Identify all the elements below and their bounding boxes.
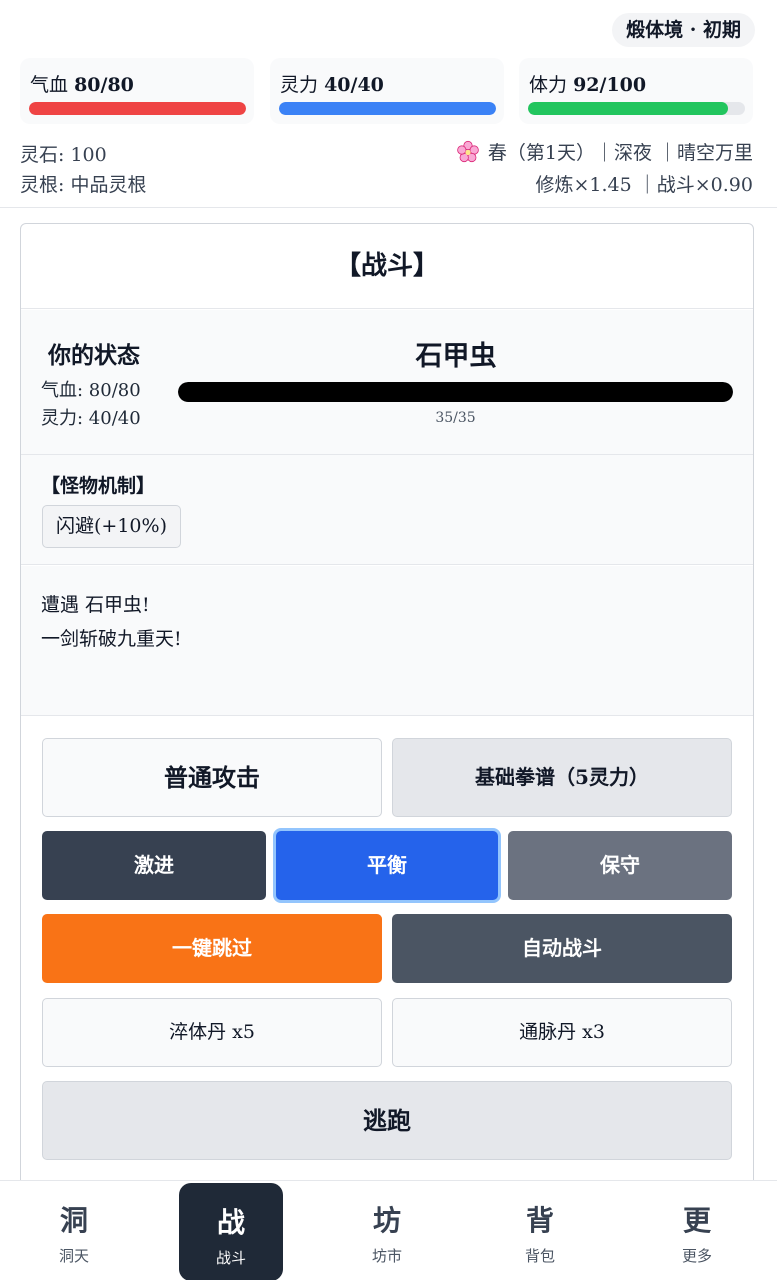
- nav-tab-market[interactable]: 坊 坊市: [335, 1181, 439, 1280]
- battle-log: 遭遇 石甲虫! 一剑斩破九重天!: [21, 566, 753, 716]
- mp-value: 40/40: [324, 74, 384, 96]
- player-mp: 灵力: 40/40: [41, 408, 141, 429]
- nav-tab-cave[interactable]: 洞 洞天: [22, 1181, 126, 1280]
- status-header: 煅体境 · 初期 气血 80/80 灵力 40/40 体力 92/100 灵石:…: [0, 0, 777, 208]
- player-hp: 气血: 80/80: [41, 380, 141, 401]
- enemy-name: 石甲虫: [415, 341, 497, 372]
- monster-mechanics: 【怪物机制】 闪避(+10%): [21, 455, 753, 565]
- hp-bar-fill: [29, 102, 246, 115]
- nav-tab-bag[interactable]: 背 背包: [488, 1181, 592, 1280]
- nav-tab-battle[interactable]: 战 战斗: [179, 1183, 283, 1280]
- log-line: 一剑斩破九重天!: [41, 628, 182, 650]
- combat-status: 你的状态 气血: 80/80 灵力: 40/40 石甲虫 35/35: [21, 310, 753, 455]
- nav-label: 更多: [681, 1247, 712, 1265]
- mp-label: 灵力: [280, 74, 319, 96]
- enemy-hp-bar: [178, 382, 733, 402]
- stamina-bar-fill: [528, 102, 728, 115]
- multipliers: 修炼×1.45 ｜战斗×0.90: [535, 174, 754, 196]
- mechanic-tag-dodge: 闪避(+10%): [42, 505, 181, 548]
- skill-button[interactable]: 基础拳谱（5灵力）: [392, 738, 732, 817]
- pill-cuiti-button[interactable]: 淬体丹 x5: [42, 998, 382, 1067]
- nav-label: 背包: [524, 1247, 555, 1265]
- stamina-value: 92/100: [573, 74, 647, 96]
- hp-label: 气血: [30, 74, 69, 96]
- battle-panel: 【战斗】 你的状态 气血: 80/80 灵力: 40/40 石甲虫 35/35 …: [20, 223, 754, 1223]
- stamina-label: 体力: [529, 74, 568, 96]
- nav-glyph: 坊: [372, 1204, 401, 1237]
- nav-tab-more[interactable]: 更 更多: [645, 1181, 749, 1280]
- pill-tongmai-button[interactable]: 通脉丹 x3: [392, 998, 732, 1067]
- game-screen: 煅体境 · 初期 气血 80/80 灵力 40/40 体力 92/100 灵石:…: [0, 0, 777, 1280]
- season-info: 春（第1天）｜深夜 ｜晴空万里: [456, 138, 753, 165]
- enemy-hp-bar-fill: [178, 382, 733, 402]
- spirit-stone-count: 灵石: 100: [20, 144, 107, 166]
- stance-defensive-button[interactable]: 保守: [508, 831, 732, 900]
- season-text: 春（第1天）｜深夜 ｜晴空万里: [487, 142, 753, 164]
- cherry-blossom-icon: [457, 140, 479, 162]
- player-status-title: 你的状态: [48, 342, 140, 369]
- nav-label: 洞天: [58, 1247, 89, 1265]
- hp-card: 气血 80/80: [20, 58, 254, 124]
- nav-glyph: 背: [525, 1204, 554, 1237]
- stamina-bar: [528, 102, 745, 115]
- battle-title: 【战斗】: [21, 224, 753, 309]
- log-line: 遭遇 石甲虫!: [41, 594, 150, 616]
- mp-bar-fill: [279, 102, 496, 115]
- stamina-card: 体力 92/100: [519, 58, 753, 124]
- mechanics-title: 【怪物机制】: [41, 475, 156, 497]
- nav-glyph: 战: [216, 1206, 245, 1239]
- normal-attack-button[interactable]: 普通攻击: [42, 738, 382, 817]
- nav-glyph: 洞: [59, 1204, 88, 1237]
- nav-label: 坊市: [371, 1247, 402, 1265]
- auto-battle-button[interactable]: 自动战斗: [392, 914, 732, 983]
- flee-button[interactable]: 逃跑: [42, 1081, 732, 1160]
- nav-label: 战斗: [215, 1249, 246, 1267]
- bottom-nav: 洞 洞天 战 战斗 坊 坊市 背 背包 更 更多: [0, 1180, 777, 1280]
- realm-badge: 煅体境 · 初期: [612, 13, 755, 47]
- mp-card: 灵力 40/40: [270, 58, 504, 124]
- nav-glyph: 更: [682, 1204, 711, 1237]
- mp-bar: [279, 102, 496, 115]
- hp-bar: [29, 102, 246, 115]
- enemy-hp-text: 35/35: [435, 410, 476, 426]
- hp-value: 80/80: [74, 74, 134, 96]
- stance-aggressive-button[interactable]: 激进: [42, 831, 266, 900]
- stance-balanced-button[interactable]: 平衡: [276, 831, 498, 900]
- skip-battle-button[interactable]: 一键跳过: [42, 914, 382, 983]
- spirit-root: 灵根: 中品灵根: [20, 174, 147, 196]
